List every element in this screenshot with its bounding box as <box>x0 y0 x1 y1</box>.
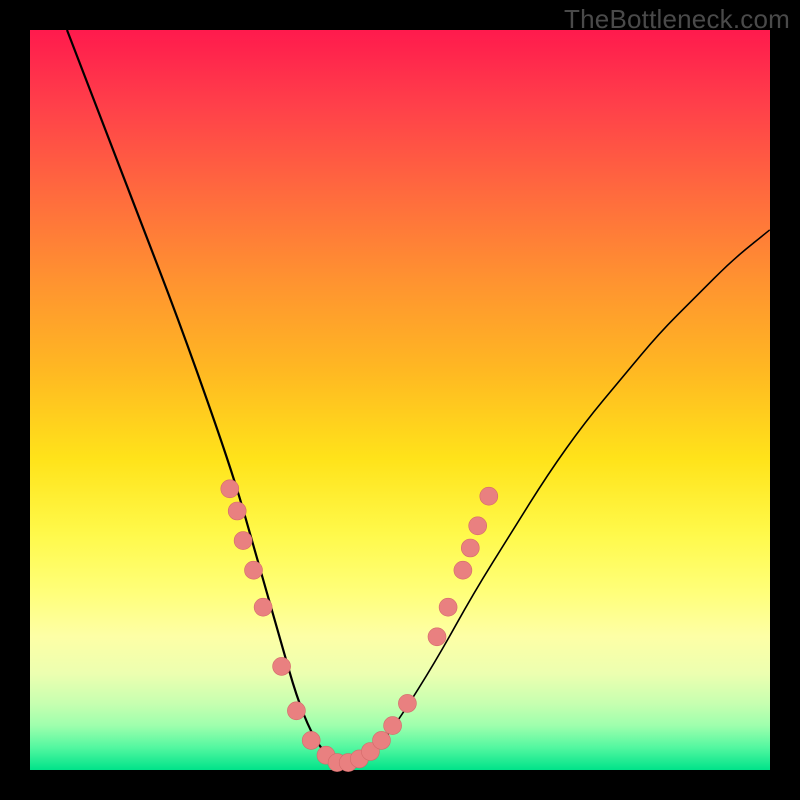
marker-dot <box>454 561 472 579</box>
chart-frame: TheBottleneck.com <box>0 0 800 800</box>
chart-svg <box>30 30 770 770</box>
marker-dot <box>469 517 487 535</box>
marker-dot <box>428 628 446 646</box>
marker-dot <box>234 532 252 550</box>
marker-dot <box>373 731 391 749</box>
marker-dot <box>273 657 291 675</box>
marker-dot <box>398 694 416 712</box>
marker-dot <box>228 502 246 520</box>
marker-dot <box>245 561 263 579</box>
marker-dot <box>384 717 402 735</box>
curve-right-branch <box>341 230 770 763</box>
marker-dot <box>439 598 457 616</box>
marker-dot <box>461 539 479 557</box>
marker-dot <box>221 480 239 498</box>
marker-dot <box>287 702 305 720</box>
marker-dot <box>302 731 320 749</box>
marker-dot <box>254 598 272 616</box>
curve-left-branch <box>67 30 341 763</box>
marker-dot <box>480 487 498 505</box>
